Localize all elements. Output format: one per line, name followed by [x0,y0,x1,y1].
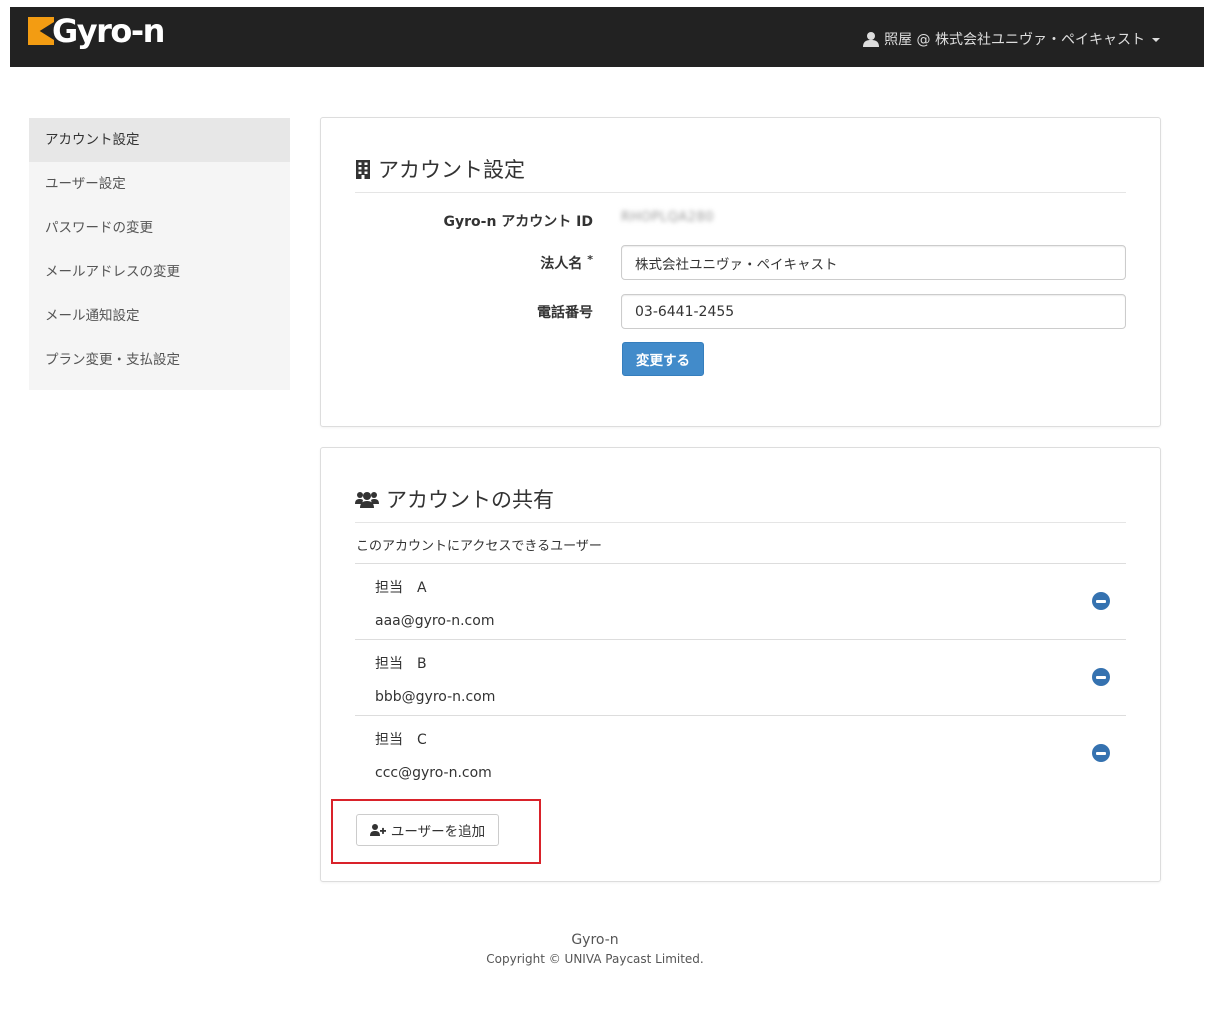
phone-label: 電話番号 [537,305,593,321]
users-icon [355,492,379,508]
page-footer: Gyro-n Copyright © UNIVA Paycast Limited… [0,931,1190,969]
user-icon [863,32,880,47]
remove-user-icon[interactable] [1092,744,1110,762]
brand-name: Gyro-n [52,12,165,50]
company-name-label-text: 法人名 [540,256,583,272]
caret-down-icon [1152,38,1160,42]
user-email: aaa@gyro-n.com [375,613,495,629]
add-user-label: ユーザーを追加 [390,824,486,840]
account-sharing-heading: アカウントの共有 [355,484,1126,523]
list-item: 担当 A aaa@gyro-n.com [355,563,1126,639]
sidebar-item-email-notifications[interactable]: メール通知設定 [29,294,290,338]
account-id-value: RHOPLQA280 [621,210,715,225]
building-icon [356,159,370,179]
user-name: 担当 A [375,580,427,596]
list-item: 担当 B bbb@gyro-n.com [355,639,1126,715]
company-name-input[interactable] [621,245,1126,280]
account-sharing-panel: アカウントの共有 このアカウントにアクセスできるユーザー 担当 A aaa@gy… [320,447,1161,882]
sidebar-item-plan-billing[interactable]: プラン変更・支払設定 [29,338,290,382]
user-menu-label: 照屋 @ 株式会社ユニヴァ・ペイキャスト [884,32,1145,48]
add-user-button[interactable]: ユーザーを追加 [356,814,499,846]
sidebar-item-account-settings[interactable]: アカウント設定 [29,118,290,162]
user-email: bbb@gyro-n.com [375,689,496,705]
sidebar-item-user-settings[interactable]: ユーザー設定 [29,162,290,206]
logo-mark-icon [28,17,54,45]
account-settings-title: アカウント設定 [378,158,525,182]
remove-user-icon[interactable] [1092,592,1110,610]
sidebar-item-change-password[interactable]: パスワードの変更 [29,206,290,250]
brand-logo[interactable]: Gyro-n [28,11,165,51]
account-id-label: Gyro-n アカウント ID [443,214,594,230]
account-settings-heading: アカウント設定 [355,154,1126,193]
user-menu[interactable]: 照屋 @ 株式会社ユニヴァ・ペイキャスト [863,29,1160,49]
sidebar-item-change-email[interactable]: メールアドレスの変更 [29,250,290,294]
required-mark: * [587,253,593,266]
company-name-label: 法人名 * [353,253,593,273]
remove-user-icon[interactable] [1092,668,1110,686]
user-name: 担当 B [375,656,427,672]
shared-users-list: 担当 A aaa@gyro-n.com 担当 B bbb@gyro-n.com … [355,563,1126,791]
top-navbar: Gyro-n 照屋 @ 株式会社ユニヴァ・ペイキャスト [10,7,1204,67]
user-plus-icon [369,824,386,836]
settings-sidebar: アカウント設定 ユーザー設定 パスワードの変更 メールアドレスの変更 メール通知… [29,118,290,390]
user-email: ccc@gyro-n.com [375,765,492,781]
footer-copyright: Copyright © UNIVA Paycast Limited. [486,952,704,966]
shared-users-caption: このアカウントにアクセスできるユーザー [356,539,602,554]
account-sharing-title: アカウントの共有 [386,488,554,512]
save-button[interactable]: 変更する [622,342,704,376]
user-name: 担当 C [375,732,427,748]
account-settings-panel: アカウント設定 Gyro-n アカウント ID RHOPLQA280 法人名 *… [320,117,1161,427]
list-item: 担当 C ccc@gyro-n.com [355,715,1126,791]
phone-input[interactable] [621,294,1126,329]
footer-brand: Gyro-n [571,932,619,948]
